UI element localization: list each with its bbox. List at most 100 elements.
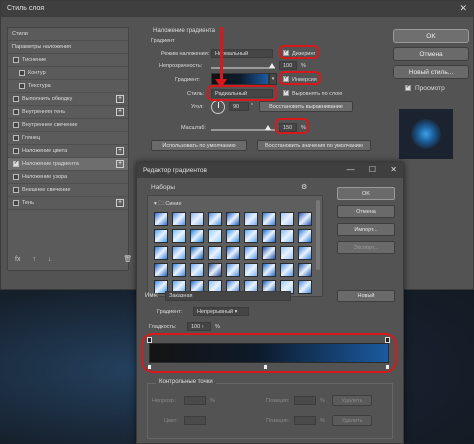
new-gradient-button[interactable]: Новый (337, 290, 395, 302)
gradient-preset-swatch[interactable] (280, 229, 294, 243)
use-default-button[interactable]: Использовать по умолчанию (151, 140, 247, 151)
style-checkbox[interactable] (13, 148, 19, 154)
opacity-slider-thumb[interactable] (269, 63, 275, 68)
gradient-preset-swatch[interactable] (280, 263, 294, 277)
style-item-2[interactable]: Контур (8, 67, 128, 80)
stop-color-swatch[interactable] (184, 416, 206, 425)
gradient-preset-swatch[interactable] (262, 229, 276, 243)
style-checkbox[interactable] (13, 174, 19, 180)
gradient-preset-swatch[interactable] (154, 229, 168, 243)
style-item-3[interactable]: Текстура (8, 80, 128, 93)
gradient-preset-swatch[interactable] (208, 212, 222, 226)
style-item-12[interactable]: Тень + (8, 197, 128, 210)
gradient-preset-swatch[interactable] (298, 212, 312, 226)
add-effect-icon[interactable]: + (116, 95, 124, 103)
style-checkbox[interactable] (13, 160, 19, 167)
style-item-7[interactable]: Глянец (8, 132, 128, 145)
export-button[interactable]: Экспорт... (337, 241, 395, 254)
gradient-name-field[interactable]: Заказная (165, 291, 291, 301)
gradient-preset-swatch[interactable] (244, 212, 258, 226)
style-item-5[interactable]: Внутренняя тень + (8, 106, 128, 119)
gradient-preset-swatch[interactable] (298, 263, 312, 277)
gear-icon[interactable]: ⚙ (301, 183, 307, 191)
gradient-preset-swatch[interactable] (298, 280, 312, 294)
style-item-11[interactable]: Внешнее свечение (8, 184, 128, 197)
stop-opacity-field[interactable] (184, 396, 206, 405)
gradient-preset-swatch[interactable] (298, 246, 312, 260)
style-item-10[interactable]: Наложение узора (8, 171, 128, 184)
ok-button[interactable]: OK (393, 29, 469, 43)
style-checkbox[interactable] (19, 70, 25, 76)
preview-checkbox[interactable] (405, 84, 411, 91)
gradient-dropdown-icon[interactable]: ▾ (269, 73, 277, 85)
gradient-preset-swatch[interactable] (154, 212, 168, 226)
minimize-icon[interactable]: — (347, 165, 355, 174)
angle-dial[interactable] (211, 100, 225, 114)
gradient-preset-swatch[interactable] (244, 229, 258, 243)
gradient-preset-swatch[interactable] (226, 229, 240, 243)
gradient-preset-swatch[interactable] (208, 229, 222, 243)
reset-align-button[interactable]: Восстановить выравнивание (259, 101, 353, 112)
ge-cancel-button[interactable]: Отмена (337, 205, 395, 218)
trash-icon[interactable]: 🗑 (123, 256, 132, 263)
gradient-preset-swatch[interactable] (280, 212, 294, 226)
scale-slider-thumb[interactable] (265, 125, 271, 130)
preset-folder-blue[interactable]: ▾ 🗀 Синие (154, 200, 182, 209)
gradient-preset-swatch[interactable] (226, 263, 240, 277)
gradient-preset-swatch[interactable] (226, 246, 240, 260)
gradient-preset-swatch[interactable] (226, 212, 240, 226)
angle-field[interactable]: 90 (229, 102, 249, 111)
style-checkbox[interactable] (13, 122, 19, 128)
gradient-preset-swatch[interactable] (280, 246, 294, 260)
gradient-preset-swatch[interactable] (262, 212, 276, 226)
gradient-type-select[interactable]: Непрерывный ▾ (193, 307, 249, 316)
gradient-preset-swatch[interactable] (190, 246, 204, 260)
smoothness-field[interactable]: 100 › (187, 322, 211, 331)
stop-position-field[interactable] (294, 396, 316, 405)
style-checkbox[interactable] (19, 83, 25, 89)
gradient-preset-swatch[interactable] (190, 229, 204, 243)
gradient-preset-swatch[interactable] (190, 212, 204, 226)
gradient-preset-swatch[interactable] (154, 263, 168, 277)
gradient-preset-swatch[interactable] (208, 246, 222, 260)
style-item-4[interactable]: Выполнить обводку + (8, 93, 128, 106)
gradient-preset-swatch[interactable] (208, 263, 222, 277)
fx-icon[interactable]: fx (15, 256, 20, 263)
new-style-button[interactable]: Новый стиль... (393, 65, 469, 79)
move-down-icon[interactable]: ↓ (48, 256, 52, 263)
gradient-preset-swatch[interactable] (244, 263, 258, 277)
styles-list-header[interactable]: Стили (8, 28, 128, 41)
style-item-8[interactable]: Наложение цвета + (8, 145, 128, 158)
opacity-field[interactable]: 100 (279, 61, 297, 70)
gradient-preset-swatch[interactable] (172, 246, 186, 260)
gradient-preset-swatch[interactable] (262, 246, 276, 260)
add-effect-icon[interactable]: + (116, 199, 124, 207)
ge-ok-button[interactable]: OK (337, 187, 395, 200)
color-position-field[interactable] (294, 416, 316, 425)
gradient-preset-swatch[interactable] (154, 246, 168, 260)
add-effect-icon[interactable]: + (116, 108, 124, 116)
style-checkbox[interactable] (13, 57, 19, 63)
maximize-icon[interactable]: ☐ (369, 165, 376, 174)
style-checkbox[interactable] (13, 135, 19, 141)
style-checkbox[interactable] (13, 96, 19, 102)
gradient-preset-swatch[interactable] (172, 229, 186, 243)
gradient-preset-swatch[interactable] (244, 246, 258, 260)
chevron-down-icon[interactable]: ▾ (154, 201, 157, 207)
close-icon[interactable]: ✕ (459, 3, 467, 14)
style-item-0[interactable]: Параметры наложения (8, 41, 128, 54)
import-button[interactable]: Импорт... (337, 223, 395, 236)
presets-scrollbar[interactable] (316, 200, 320, 270)
style-checkbox[interactable] (13, 109, 19, 115)
style-item-9[interactable]: Наложение градиента + (8, 158, 128, 171)
gradient-preset-swatch[interactable] (172, 212, 186, 226)
delete-opacity-stop-button[interactable]: Удалить (332, 395, 372, 406)
add-effect-icon[interactable]: + (116, 147, 124, 155)
style-item-1[interactable]: Тиснение (8, 54, 128, 67)
gradient-preset-swatch[interactable] (172, 263, 186, 277)
cancel-button[interactable]: Отмена (393, 47, 469, 61)
style-checkbox[interactable] (13, 200, 19, 206)
gradient-preset-swatch[interactable] (298, 229, 312, 243)
style-checkbox[interactable] (13, 187, 19, 193)
gradient-preset-swatch[interactable] (262, 263, 276, 277)
